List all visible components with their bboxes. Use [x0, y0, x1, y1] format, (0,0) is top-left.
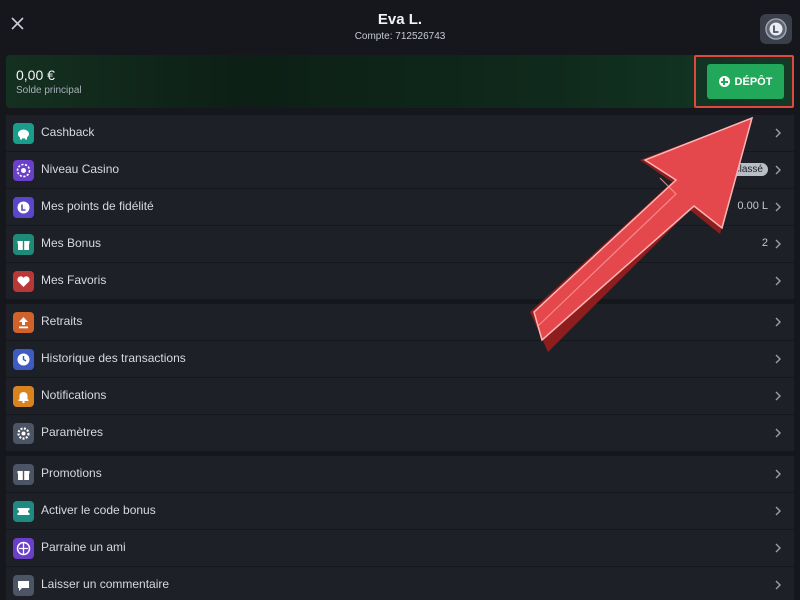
menu-item-settings[interactable]: Paramètres [6, 415, 794, 451]
menu-item-withdrawals[interactable]: Retraits [6, 304, 794, 340]
chevron-right-icon [775, 165, 781, 175]
chevron-right-icon [775, 469, 781, 479]
menu-item-favorites[interactable]: Mes Favoris [6, 263, 794, 299]
menu-item-label: Activer le code bonus [41, 503, 156, 517]
chevron-right-icon [775, 128, 781, 138]
account-number: Compte: 712526743 [354, 31, 446, 42]
gear-icon [13, 423, 34, 444]
chevron-right-icon [775, 317, 781, 327]
withdraw-icon [13, 312, 34, 333]
menu-item-label: Promotions [41, 466, 102, 480]
header: Eva L. Compte: 712526743 [0, 0, 800, 52]
menu-item-bonus-code[interactable]: Activer le code bonus [6, 493, 794, 529]
chevron-right-icon [775, 543, 781, 553]
user-name: Eva L. [377, 11, 423, 28]
avatar[interactable] [760, 14, 792, 44]
loyalty-badge-icon [765, 18, 787, 40]
deposit-label: DÉPÔT [734, 75, 773, 88]
balance-panel: 0,00 € Solde principal [6, 55, 794, 108]
menu-item-label: Historique des transactions [41, 351, 186, 365]
menu-item-label: Cashback [41, 125, 95, 139]
deposit-button[interactable]: DÉPÔT [707, 64, 784, 99]
clock-icon [13, 349, 34, 370]
heart-icon [13, 271, 34, 292]
menu-item-leave-comment[interactable]: Laisser un commentaire [6, 567, 794, 600]
menu-item-label: Retraits [41, 314, 83, 328]
menu-item-label: Niveau Casino [41, 162, 120, 176]
bonus-count: 2 [761, 237, 768, 249]
ticket-icon [13, 501, 34, 522]
menu-item-refer-friend[interactable]: Parraine un ami [6, 530, 794, 566]
chevron-right-icon [775, 354, 781, 364]
promo-gift-icon [13, 464, 34, 485]
balance-amount: 0,00 € [16, 67, 55, 83]
menu-item-label: Mes points de fidélité [41, 199, 154, 213]
menu-item-notifications[interactable]: Notifications [6, 378, 794, 414]
menu-item-label: Paramètres [41, 425, 104, 439]
bell-icon [13, 386, 34, 407]
menu-item-label: Notifications [41, 388, 107, 402]
chevron-right-icon [775, 580, 781, 590]
chevron-right-icon [775, 428, 781, 438]
rank-badge: classé [729, 163, 768, 176]
menu-item-cashback[interactable]: Cashback [6, 115, 794, 151]
loyalty-points-value: 0.00 L [737, 200, 768, 212]
menu-item-label: Mes Bonus [41, 236, 102, 250]
menu-item-bonus[interactable]: Mes Bonus 2 [6, 226, 794, 262]
referral-icon [13, 538, 34, 559]
menu-item-label: Mes Favoris [41, 273, 107, 287]
chat-bubble-icon [13, 575, 34, 596]
loyalty-coin-icon [13, 197, 34, 218]
casino-chip-icon [13, 160, 34, 181]
piggy-bank-icon [13, 123, 34, 144]
menu-item-casino-level[interactable]: Niveau Casino classé [6, 152, 794, 188]
menu-item-loyalty-points[interactable]: Mes points de fidélité 0.00 L [6, 189, 794, 225]
chevron-right-icon [775, 391, 781, 401]
menu-item-label: Laisser un commentaire [41, 577, 170, 591]
menu-item-label: Parraine un ami [41, 540, 126, 554]
chevron-right-icon [775, 202, 781, 212]
chevron-right-icon [775, 506, 781, 516]
menu-item-promotions[interactable]: Promotions [6, 456, 794, 492]
menu-item-transaction-history[interactable]: Historique des transactions [6, 341, 794, 377]
chevron-right-icon [775, 276, 781, 286]
chevron-right-icon [775, 239, 781, 249]
gift-icon [13, 234, 34, 255]
balance-label: Solde principal [16, 85, 82, 96]
plus-circle-icon [718, 76, 730, 87]
